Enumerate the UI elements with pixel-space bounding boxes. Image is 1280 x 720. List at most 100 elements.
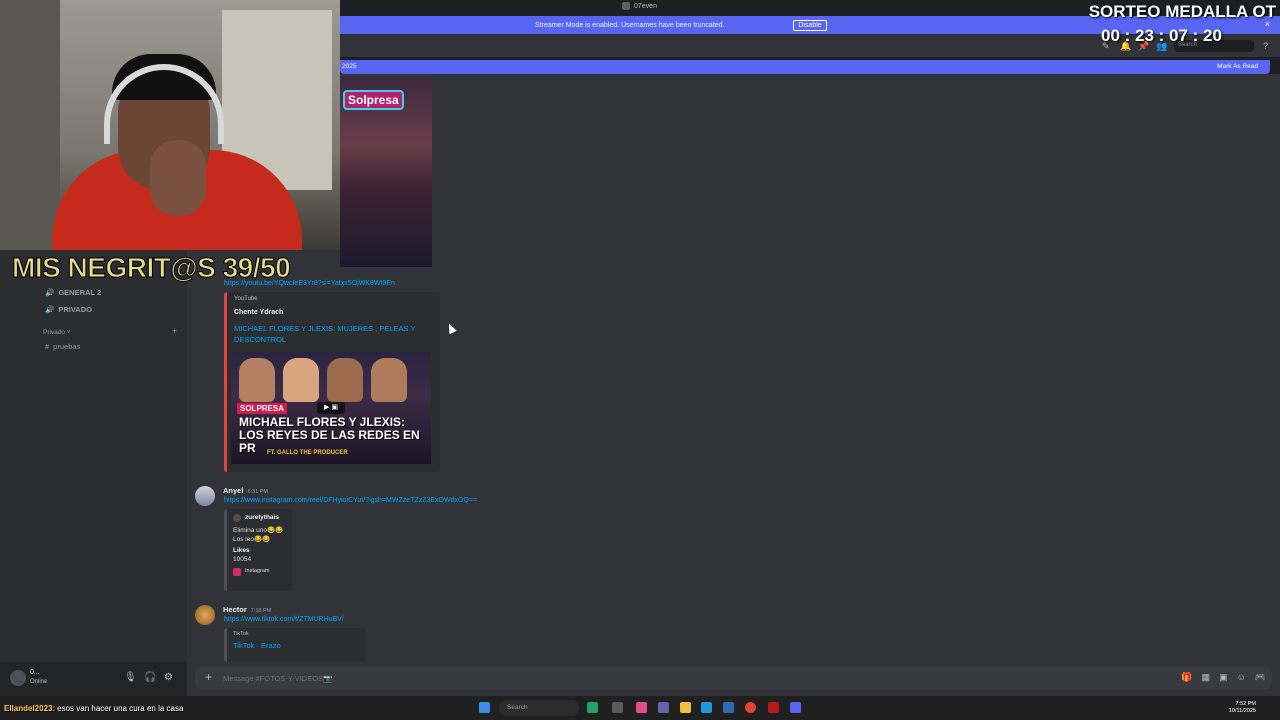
app-icon[interactable] [636, 702, 647, 713]
background-window [0, 0, 60, 250]
clock-date: 10/11/2025 [1228, 708, 1256, 714]
task-view-icon[interactable] [612, 702, 623, 713]
excel-icon[interactable] [587, 702, 598, 713]
thumbnail-people [239, 358, 407, 402]
thumbnail-subline: FT. GALLO THE PRODUCER [267, 450, 348, 456]
hash-icon: # [45, 342, 50, 351]
embed-title[interactable]: TikTok · Erazo [233, 641, 360, 650]
discord-icon [622, 2, 630, 10]
edge-icon[interactable] [701, 702, 712, 713]
composer-tools: 🎁 ▦ ▣ ☺ 🎮 [1181, 672, 1266, 683]
voice-channel-label: GENERAL 2 [58, 288, 102, 297]
person-face [239, 358, 275, 402]
mark-as-read-button[interactable]: Mark As Read [1217, 63, 1258, 70]
thumbnail-badge: SOLPRESA [237, 403, 288, 414]
youtube-thumbnail[interactable]: ▶ ▣ SOLPRESA MICHAEL FLORES Y JLEXIS: LO… [231, 352, 431, 464]
taskbar: Search 7:52 PM 10/11/2025 [0, 696, 1280, 720]
thumbnail-tag: Solpresa [343, 90, 404, 110]
clock-time: 7:52 PM [1235, 701, 1256, 707]
giveaway-timer-overlay: 00 : 23 : 07 : 20 [1101, 26, 1222, 45]
speaker-icon: 🔊 [45, 288, 55, 297]
microphone-icon[interactable]: 🎙 [124, 672, 137, 683]
message-timestamp: 6:31 PM [247, 489, 268, 495]
previous-embed-thumbnail[interactable]: Solpresa [340, 78, 432, 267]
stream-chat-overlay: Ellandel2023: esos van hacer una cura en… [4, 704, 183, 713]
embed-author-row: zurelythais [233, 513, 286, 522]
app-title: 07even [622, 2, 657, 10]
likes-value: 10054 [233, 556, 252, 563]
file-explorer-icon[interactable] [680, 702, 691, 713]
voice-channel-general-2[interactable]: 🔊 GENERAL 2 [45, 288, 101, 297]
chat-username: Ellandel2023: [4, 704, 56, 713]
follower-goal-overlay: MIS NEGRIT@S 39/50 [11, 252, 291, 284]
voice-channel-label: PRIVADO [58, 305, 92, 314]
likes-label: Likes [233, 547, 250, 554]
user-panel: 0... Online 🎙 🎧 ⚙ [0, 662, 187, 696]
discord-icon[interactable] [790, 702, 801, 713]
user-status: Online [30, 679, 48, 685]
sticker-icon[interactable]: ▣ [1219, 672, 1228, 683]
avatar[interactable] [195, 486, 215, 506]
streamer-hand [150, 140, 206, 216]
embed-footer: Instagram [233, 567, 286, 576]
add-channel-button[interactable]: + [172, 326, 177, 336]
webcam-overlay [0, 0, 340, 250]
message-author[interactable]: Hector 7:18 PM [223, 605, 271, 614]
embed-provider: YouTube [234, 296, 258, 302]
instagram-icon [233, 567, 241, 576]
person-face [371, 358, 407, 402]
embed-title[interactable]: MICHAEL FLORES Y JLEXIS: MUJERES , PELEA… [234, 323, 424, 345]
tiktok-link[interactable]: https://www.tiktok.com/t/ZTMURHuBV/ [224, 616, 344, 623]
avatar [233, 513, 241, 522]
system-clock[interactable]: 7:52 PM 10/11/2025 [1229, 701, 1256, 715]
chat-message: esos van hacer una cura en la casa [57, 704, 184, 713]
disable-streamer-mode-button[interactable]: Disable [793, 19, 827, 31]
message-input-box[interactable]: + Message #FOTOS-Y-VIDEOS📷 🎁 ▦ ▣ ☺ 🎮 [195, 667, 1272, 689]
apps-icon[interactable]: 🎮 [1255, 672, 1266, 683]
embed-provider: TikTok [233, 631, 249, 637]
message-author[interactable]: Anyel 6:31 PM [223, 486, 268, 495]
giveaway-title-overlay: SORTEO MEDALLA OT [1088, 2, 1276, 21]
windows-start-icon[interactable] [479, 702, 490, 713]
store-icon[interactable] [723, 702, 734, 713]
message-timestamp: 7:18 PM [250, 608, 272, 614]
window-title: 07even [634, 2, 657, 10]
text-channel-pruebas[interactable]: # pruebas [45, 342, 80, 351]
gif-icon[interactable]: ▦ [1202, 672, 1211, 683]
embed-text-line: Elimina uno😂😂 [233, 527, 284, 534]
person-face [327, 358, 363, 402]
banner-message: Streamer Mode is enabled. Usernames have… [535, 21, 725, 29]
app-icon[interactable] [768, 702, 779, 713]
instagram-embed: zurelythais Elimina uno😂😂 Los leo😂😂 Like… [224, 509, 292, 591]
footer-text: Instagram [245, 568, 270, 574]
gear-icon[interactable]: ⚙ [164, 672, 173, 683]
person-face [283, 358, 319, 402]
play-icon[interactable]: ▶ ▣ [317, 402, 345, 414]
voice-channel-privado[interactable]: 🔊 PRIVADO [45, 305, 92, 314]
new-messages-bar[interactable]: 2025 Mark As Read [340, 60, 1270, 74]
embed-author[interactable]: zurelythais [245, 513, 279, 522]
embed-author[interactable]: Chente Ydrach [234, 309, 433, 316]
emoji-icon[interactable]: ☺ [1237, 672, 1246, 683]
headphones-icon[interactable]: 🎧 [144, 672, 156, 683]
avatar[interactable] [195, 605, 215, 625]
screen: 07even Streamer Mode is enabled. Usernam… [0, 0, 1280, 720]
user-name: 0... [30, 669, 40, 676]
tiktok-embed: TikTok TikTok · Erazo [224, 628, 366, 662]
chrome-icon[interactable] [745, 702, 756, 713]
teams-icon[interactable] [658, 702, 669, 713]
taskbar-search[interactable]: Search [499, 700, 579, 716]
avatar[interactable] [10, 670, 26, 686]
help-icon[interactable]: ? [1263, 41, 1272, 51]
embed-text-line: Los leo😂😂 [233, 536, 271, 543]
instagram-link[interactable]: https://www.instagram.com/reel/DFHyioiCY… [224, 497, 477, 504]
speaker-icon: 🔊 [45, 305, 55, 314]
category-privado[interactable]: Privado ˅ [43, 329, 71, 336]
message-composer: + Message #FOTOS-Y-VIDEOS📷 🎁 ▦ ▣ ☺ 🎮 [187, 662, 1280, 696]
message-input[interactable]: Message #FOTOS-Y-VIDEOS📷 [223, 674, 332, 683]
add-attachment-button[interactable]: + [205, 670, 212, 684]
text-channel-label: pruebas [53, 342, 81, 351]
new-messages-since: 2025 [342, 63, 357, 70]
gift-icon[interactable]: 🎁 [1181, 672, 1192, 683]
channel-sidebar [0, 250, 187, 662]
